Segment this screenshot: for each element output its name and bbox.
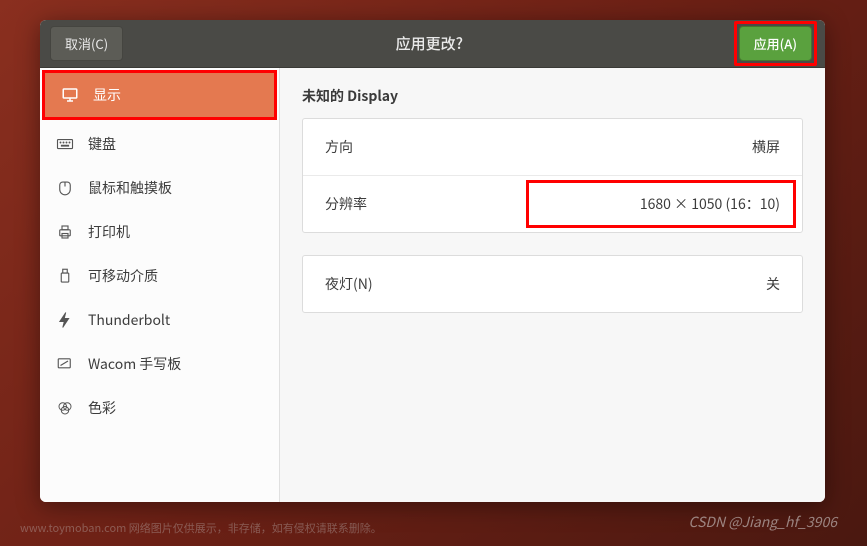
- sidebar-item-keyboard[interactable]: 键盘: [40, 122, 279, 166]
- content-panel: 未知的 Display 方向 横屏 分辨率 1680 × 1050 (16：10…: [280, 68, 825, 502]
- display-section-title: 未知的 Display: [302, 86, 803, 106]
- nightlight-row[interactable]: 夜灯(N) 关: [303, 256, 802, 312]
- dialog-body: 显示 键盘 鼠标和触摸板 打印机: [40, 68, 825, 502]
- dialog-title: 应用更改?: [396, 33, 463, 54]
- sidebar-item-label: Wacom 手写板: [88, 354, 181, 374]
- color-icon: [56, 399, 74, 417]
- footer-disclaimer: www.toymoban.com 网络图片仅供展示，非存储，如有侵权请联系删除。: [20, 520, 382, 536]
- sidebar-item-label: 打印机: [88, 222, 130, 242]
- sidebar-item-color[interactable]: 色彩: [40, 386, 279, 430]
- tablet-icon: [56, 355, 74, 373]
- sidebar-item-label: 色彩: [88, 398, 116, 418]
- sidebar: 显示 键盘 鼠标和触摸板 打印机: [40, 68, 280, 502]
- orientation-value: 横屏: [752, 137, 780, 157]
- sidebar-item-label: Thunderbolt: [88, 310, 170, 330]
- resolution-label: 分辨率: [325, 194, 367, 214]
- keyboard-icon: [56, 135, 74, 153]
- sidebar-item-label: 可移动介质: [88, 266, 158, 286]
- settings-dialog: 取消(C) 应用更改? 应用(A) 显示 键盘: [40, 20, 825, 502]
- dialog-header: 取消(C) 应用更改? 应用(A): [40, 20, 825, 68]
- usb-icon: [56, 267, 74, 285]
- sidebar-item-wacom[interactable]: Wacom 手写板: [40, 342, 279, 386]
- sidebar-item-label: 键盘: [88, 134, 116, 154]
- display-settings-group: 方向 横屏 分辨率 1680 × 1050 (16：10): [302, 118, 803, 233]
- printer-icon: [56, 223, 74, 241]
- nightlight-value: 关: [766, 274, 780, 294]
- thunderbolt-icon: [56, 311, 74, 329]
- resolution-row[interactable]: 分辨率 1680 × 1050 (16：10): [303, 176, 802, 232]
- mouse-icon: [56, 179, 74, 197]
- sidebar-item-printers[interactable]: 打印机: [40, 210, 279, 254]
- monitor-icon: [61, 86, 79, 104]
- sidebar-item-label: 显示: [93, 85, 121, 105]
- cancel-button[interactable]: 取消(C): [50, 26, 123, 61]
- sidebar-item-mouse[interactable]: 鼠标和触摸板: [40, 166, 279, 210]
- resolution-value: 1680 × 1050 (16：10): [640, 194, 780, 214]
- sidebar-item-removable[interactable]: 可移动介质: [40, 254, 279, 298]
- sidebar-item-thunderbolt[interactable]: Thunderbolt: [40, 298, 279, 342]
- watermark-text: CSDN @Jiang_hf_3906: [689, 512, 837, 532]
- sidebar-item-label: 鼠标和触摸板: [88, 178, 172, 198]
- apply-button[interactable]: 应用(A): [739, 26, 812, 61]
- nightlight-group: 夜灯(N) 关: [302, 255, 803, 313]
- nightlight-label: 夜灯(N): [325, 274, 373, 294]
- sidebar-item-displays[interactable]: 显示: [45, 73, 274, 117]
- orientation-label: 方向: [325, 137, 353, 157]
- orientation-row[interactable]: 方向 横屏: [303, 119, 802, 176]
